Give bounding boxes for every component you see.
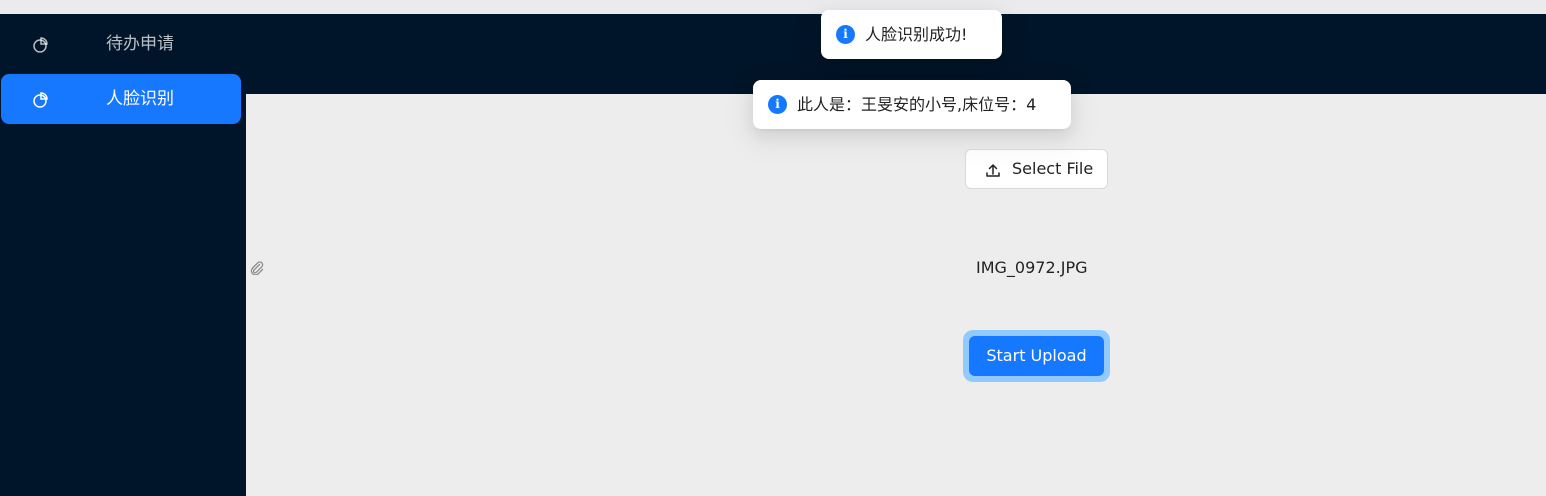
info-icon: i bbox=[768, 95, 787, 114]
message-text: 此人是：王旻安的小号,床位号：4 bbox=[797, 95, 1037, 114]
top-strip bbox=[0, 0, 1546, 14]
start-upload-label: Start Upload bbox=[986, 346, 1087, 365]
sidebar-item-pending-requests[interactable]: 待办申请 bbox=[1, 19, 241, 69]
upload-icon bbox=[986, 164, 1000, 177]
pie-chart-icon bbox=[33, 92, 48, 108]
message-toast-success: i 人脸识别成功! bbox=[821, 10, 1002, 59]
uploaded-file-name[interactable]: IMG_0972.JPG bbox=[976, 258, 1088, 278]
message-toast-result: i 此人是：王旻安的小号,床位号：4 bbox=[753, 80, 1071, 129]
info-icon: i bbox=[836, 25, 855, 44]
sidebar-item-label: 人脸识别 bbox=[106, 89, 174, 109]
select-file-label: Select File bbox=[1012, 159, 1094, 178]
paperclip-icon bbox=[250, 261, 264, 275]
pie-chart-icon bbox=[33, 37, 48, 53]
sidebar-item-face-recognition[interactable]: 人脸识别 bbox=[1, 74, 241, 124]
sidebar: 待办申请 人脸识别 bbox=[0, 14, 246, 496]
start-upload-button[interactable]: Start Upload bbox=[969, 336, 1104, 376]
main-content: Select File IMG_0972.JPG Start Upload bbox=[246, 94, 1546, 496]
select-file-button[interactable]: Select File bbox=[965, 149, 1108, 189]
message-text: 人脸识别成功! bbox=[865, 25, 968, 44]
sidebar-item-label: 待办申请 bbox=[106, 34, 174, 54]
